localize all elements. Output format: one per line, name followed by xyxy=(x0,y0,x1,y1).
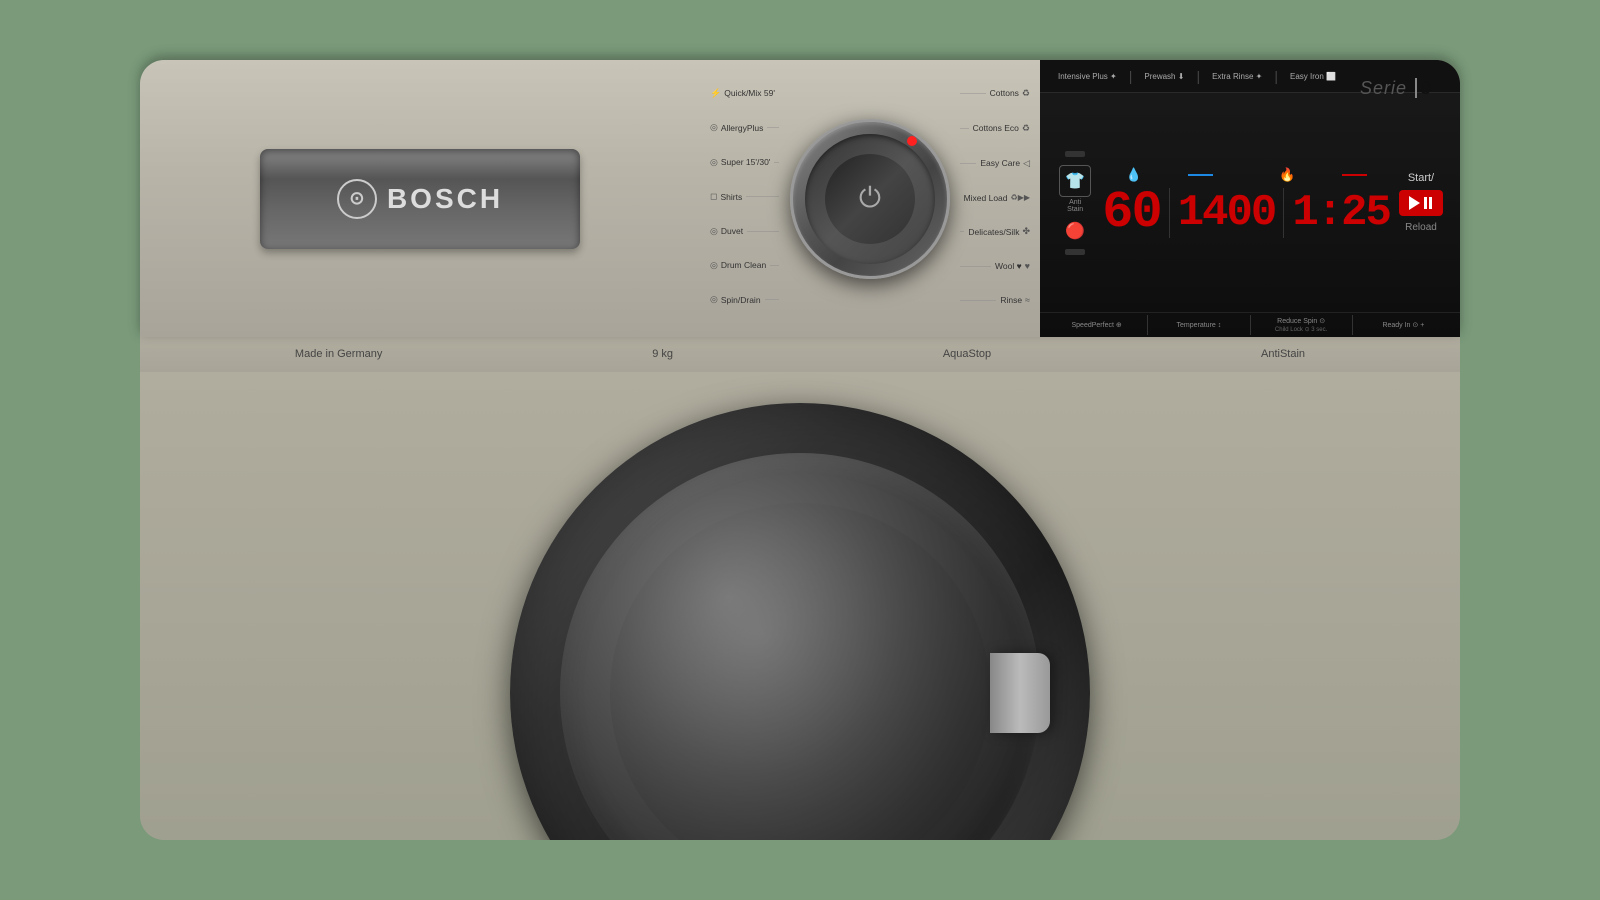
play-icon xyxy=(1409,196,1420,210)
program-delicates[interactable]: ✤ Delicates/Silk xyxy=(956,226,1030,237)
serie-badge: Serie 8 xyxy=(1360,78,1432,99)
bottom-info-strip: Made in Germany 9 kg AquaStop AntiStain xyxy=(140,337,1460,371)
start-controls: Start/ Reload xyxy=(1390,97,1452,308)
program-cottons[interactable]: ♻ Cottons xyxy=(956,88,1030,99)
logo-plate: ⊙ BOSCH xyxy=(260,149,580,249)
prewash-button[interactable]: Prewash ⬇ xyxy=(1138,69,1190,84)
speed-perfect-label[interactable]: SpeedPerfect ⊕ xyxy=(1046,321,1147,329)
water-drop-icon: 💧 xyxy=(1125,167,1141,183)
machine-door-section xyxy=(140,372,1460,840)
indicator-top xyxy=(1065,151,1085,157)
bosch-logo: ⊙ BOSCH xyxy=(337,179,503,219)
stain-type-icon: 🔴 xyxy=(1065,221,1085,241)
display-panel: Intensive Plus ✦ | Prewash ⬇ | Extra Rin… xyxy=(1040,60,1460,337)
main-readings-row: 60 1400 1:25 xyxy=(1102,187,1390,239)
aquastop-label: AquaStop xyxy=(943,348,991,360)
program-selector-section: ⚡ Quick/Mix 59' ◎ AllergyPlus ◎ Super 15… xyxy=(700,60,1040,337)
red-dash xyxy=(1342,174,1367,176)
program-rinse[interactable]: ≈ Rinse xyxy=(956,295,1030,305)
program-allergy[interactable]: ◎ AllergyPlus xyxy=(710,122,783,133)
temperature-display: 60 xyxy=(1102,187,1160,239)
program-wool[interactable]: ♥ Wool ♥ xyxy=(956,261,1030,271)
dial-indicator xyxy=(907,136,917,146)
start-pause-button[interactable] xyxy=(1399,190,1443,216)
program-duvet[interactable]: ◎ Duvet xyxy=(710,226,783,237)
pause-icon xyxy=(1424,197,1432,209)
intensive-plus-button[interactable]: Intensive Plus ✦ xyxy=(1052,69,1123,84)
start-label: Start/ xyxy=(1408,172,1434,184)
program-easy-care[interactable]: ◁ Easy Care xyxy=(956,158,1030,169)
brand-name: BOSCH xyxy=(387,183,503,215)
program-mixed-load[interactable]: ♻▶▶ Mixed Load xyxy=(956,193,1030,203)
reload-label: Reload xyxy=(1405,222,1437,233)
program-drum-clean[interactable]: ◎ Drum Clean xyxy=(710,260,783,271)
extra-rinse-button[interactable]: Extra Rinse ✦ xyxy=(1206,69,1268,84)
brand-section: ⊙ BOSCH xyxy=(140,60,700,337)
dial-outer-ring: ⏻ xyxy=(790,119,950,279)
dial-center-button[interactable]: ⏻ xyxy=(825,154,915,244)
main-display: 👕 AntiStain 🔴 💧 🔥 xyxy=(1040,93,1460,312)
indicator-bottom xyxy=(1065,249,1085,255)
temperature-label[interactable]: Temperature ↕ xyxy=(1148,322,1249,329)
program-shirts[interactable]: ◻ Shirts xyxy=(710,191,783,202)
door-outer-ring xyxy=(510,403,1090,840)
capacity-label: 9 kg xyxy=(652,348,673,360)
program-cottons-eco[interactable]: ♻ Cottons Eco xyxy=(956,123,1030,134)
program-labels-left: ⚡ Quick/Mix 59' ◎ AllergyPlus ◎ Super 15… xyxy=(710,78,783,319)
time-display: 1:25 xyxy=(1292,191,1390,235)
top-panel: Serie 8 ⊙ BOSCH ⚡ Quick/Mix 59' xyxy=(140,60,1460,337)
program-dial[interactable]: ⏻ xyxy=(790,119,950,279)
program-super[interactable]: ◎ Super 15'/30' xyxy=(710,157,783,168)
anti-stain-icon: 👕 xyxy=(1059,165,1091,197)
display-icons-row: 💧 🔥 xyxy=(1102,167,1390,183)
anti-stain-label: AntiStain xyxy=(1067,199,1083,213)
bosch-circle-icon: ⊙ xyxy=(337,179,377,219)
bottom-labels: SpeedPerfect ⊕ Temperature ↕ Reduce Spin… xyxy=(1040,312,1460,337)
washing-machine: Serie 8 ⊙ BOSCH ⚡ Quick/Mix 59' xyxy=(140,60,1460,840)
easy-iron-button[interactable]: Easy Iron ⬜ xyxy=(1284,69,1342,84)
program-spin-drain[interactable]: ◎ Spin/Drain xyxy=(710,294,783,305)
made-in-label: Made in Germany xyxy=(295,348,382,360)
door-inner-ring xyxy=(560,453,1040,840)
spin-speed-display: 1400 xyxy=(1178,191,1276,235)
display-digits: 💧 🔥 60 1400 1:25 xyxy=(1102,97,1390,308)
dial-middle-ring: ⏻ xyxy=(805,134,935,264)
heat-icon: 🔥 xyxy=(1279,167,1295,183)
program-quick-mix[interactable]: ⚡ Quick/Mix 59' xyxy=(710,88,783,99)
reduce-spin-label[interactable]: Reduce Spin ⊙ Child Lock ⊙ 3 sec. xyxy=(1251,317,1352,333)
antistain-label: AntiStain xyxy=(1261,348,1305,360)
anti-stain-indicator: 👕 AntiStain xyxy=(1059,165,1091,213)
display-left-icons: 👕 AntiStain 🔴 xyxy=(1048,97,1102,308)
ready-in-label[interactable]: Ready In ⊙ + xyxy=(1353,321,1454,329)
door-handle[interactable] xyxy=(990,653,1050,733)
blue-dash xyxy=(1188,174,1213,176)
door-glass xyxy=(610,503,990,840)
program-labels-right: ♻ Cottons ♻ Cottons Eco ◁ Easy Care ♻▶▶ … xyxy=(956,78,1030,319)
